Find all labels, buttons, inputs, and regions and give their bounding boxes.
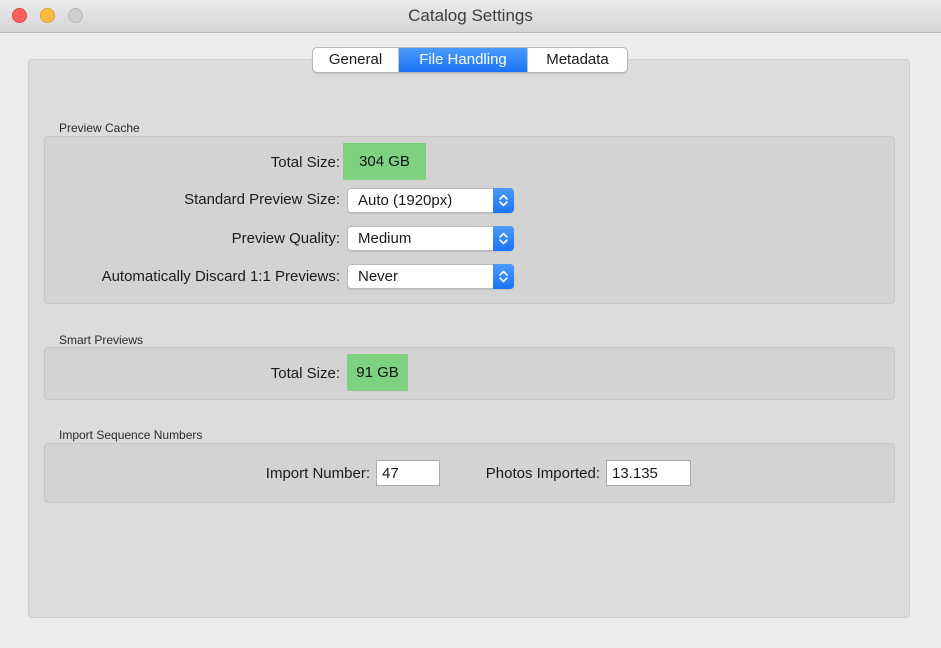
import-number-label: Import Number: [265,465,370,482]
photos-imported-field[interactable]: 13.135 [606,460,691,486]
standard-preview-size-select[interactable]: Auto (1920px) [347,188,514,213]
photos-imported-label: Photos Imported: [485,465,600,482]
window-title: Catalog Settings [408,6,533,25]
updown-chevron-icon [493,264,514,289]
smart-previews-total-size-value: 91 GB [347,354,408,391]
tab-bar: General File Handling Metadata [312,47,628,73]
discard-previews-value: Never [358,268,399,285]
preview-total-size-label: Total Size: [270,154,340,171]
tab-file-handling[interactable]: File Handling [399,48,527,72]
discard-previews-select[interactable]: Never [347,264,514,289]
import-number-value: 47 [382,465,399,482]
preview-cache-heading: Preview Cache [59,121,140,135]
tab-metadata[interactable]: Metadata [527,48,627,72]
import-sequence-heading: Import Sequence Numbers [59,428,203,442]
catalog-settings-window: Catalog Settings General File Handling M… [0,0,941,648]
updown-chevron-icon [493,226,514,251]
preview-total-size-value: 304 GB [343,143,426,180]
import-sequence-group [44,443,895,503]
updown-chevron-icon [493,188,514,213]
discard-previews-label: Automatically Discard 1:1 Previews: [101,268,340,285]
preview-quality-value: Medium [358,230,412,247]
title-bar: Catalog Settings [0,0,941,33]
smart-previews-group [44,347,895,400]
photos-imported-value: 13.135 [612,465,658,482]
smart-previews-total-size-label: Total Size: [270,365,340,382]
preview-quality-label: Preview Quality: [231,230,340,247]
smart-previews-heading: Smart Previews [59,333,144,347]
preview-quality-select[interactable]: Medium [347,226,514,251]
import-number-field[interactable]: 47 [376,460,440,486]
standard-preview-size-value: Auto (1920px) [358,192,453,209]
standard-preview-size-label: Standard Preview Size: [184,191,340,208]
tab-general[interactable]: General [313,48,399,72]
